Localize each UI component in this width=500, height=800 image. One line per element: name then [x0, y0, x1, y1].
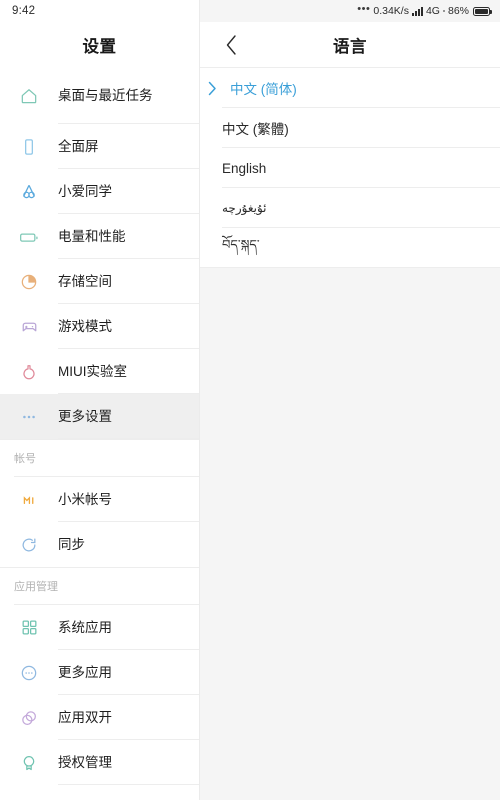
sidebar-item-label: 同步 [58, 536, 85, 552]
sidebar-item-sync[interactable]: 同步 [0, 522, 199, 567]
battery-performance-icon [0, 227, 58, 247]
storage-pie-icon [0, 272, 58, 292]
language-item-traditional-chinese[interactable]: 中文 (繁體) [200, 108, 500, 148]
sidebar-item-battery-performance[interactable]: 电量和性能 [0, 214, 199, 259]
language-item-uyghur[interactable]: ئۇيغۇرچە [200, 188, 500, 228]
status-bar: 9:42 ••• 0.34K/s 4G 86% [0, 0, 500, 22]
sidebar-item-miui-lab[interactable]: MIUI实验室 [0, 349, 199, 394]
mi-logo-icon [0, 490, 58, 510]
back-button[interactable] [208, 22, 254, 68]
sidebar-item-label: 全面屏 [58, 138, 99, 154]
sidebar-item-authorization[interactable]: 授权管理 [0, 740, 199, 785]
more-dots-icon [0, 407, 58, 427]
authorization-shield-icon [0, 753, 58, 773]
sidebar-item-label: 电量和性能 [58, 228, 126, 244]
gamepad-icon [0, 317, 58, 337]
language-item-english[interactable]: English [200, 148, 500, 188]
sidebar-item-desktop-recents[interactable]: 桌面与最近任务 [0, 68, 199, 124]
sidebar-section-header-apps: 应用管理 [0, 567, 199, 605]
language-item-tibetan[interactable]: བོད་སྐད་ [200, 228, 500, 268]
sidebar-section-header-account: 帐号 [0, 439, 199, 477]
language-label: 中文 (繁體) [222, 122, 289, 137]
language-label: བོད་སྐད་ [222, 236, 260, 252]
flask-icon [0, 362, 58, 382]
sidebar-item-more-settings[interactable]: 更多设置 [0, 394, 199, 439]
sidebar-item-more-apps[interactable]: 更多应用 [0, 650, 199, 695]
language-label: ئۇيغۇرچە [222, 201, 267, 215]
network-speed-text: 0.34K/s [373, 5, 409, 17]
sidebar-item-label: 小爱同学 [58, 183, 112, 199]
xiaoai-icon [0, 182, 58, 202]
sidebar-item-label: MIUI实验室 [58, 363, 127, 379]
sidebar-item-label: 系统应用 [58, 619, 112, 635]
sidebar-item-label: 应用双开 [58, 709, 112, 725]
overflow-dots-icon: ••• [357, 3, 371, 15]
sidebar-item-dual-apps[interactable]: 应用双开 [0, 695, 199, 740]
language-header: 语言 [200, 22, 500, 68]
sidebar-item-label: 更多应用 [58, 664, 112, 680]
battery-icon [473, 6, 492, 16]
language-item-simplified-chinese[interactable]: 中文 (简体) [200, 68, 500, 108]
language-panel: 语言 中文 (简体) 中文 (繁體) English ئۇيغۇرچە བོད་… [200, 0, 500, 800]
settings-screen: 9:42 ••• 0.34K/s 4G 86% 设置 桌面与最近任务 全面屏 小… [0, 0, 500, 800]
battery-percent-text: 86% [447, 5, 469, 17]
language-label: English [222, 160, 267, 176]
sidebar-item-mi-account[interactable]: 小米帐号 [0, 477, 199, 522]
language-list: 中文 (简体) 中文 (繁體) English ئۇيغۇرچە བོད་སྐད… [200, 68, 500, 268]
language-label: 中文 (简体) [230, 82, 297, 97]
sidebar-item-label: 更多设置 [58, 408, 112, 424]
sidebar-item-label: 桌面与最近任务 [58, 88, 153, 104]
sidebar-list: 桌面与最近任务 全面屏 小爱同学 电量和性能 存储空间 游戏模式 MIUI实验室… [0, 68, 199, 800]
more-apps-icon [0, 663, 58, 683]
sidebar-item-game-mode[interactable]: 游戏模式 [0, 304, 199, 349]
sidebar-item-label: 授权管理 [58, 754, 112, 770]
sidebar-item-fullscreen[interactable]: 全面屏 [0, 124, 199, 169]
home-icon [0, 86, 58, 106]
fullscreen-phone-icon [0, 137, 58, 157]
sidebar-item-label: 小米帐号 [58, 491, 112, 507]
settings-sidebar: 设置 桌面与最近任务 全面屏 小爱同学 电量和性能 存储空间 游戏模式 MIUI… [0, 0, 200, 800]
language-panel-empty-area [200, 268, 500, 800]
status-clock: 9:42 [12, 5, 36, 17]
dual-apps-icon [0, 708, 58, 728]
separator-dot-icon [442, 10, 445, 12]
chevron-right-icon [208, 81, 224, 96]
sync-icon [0, 535, 58, 555]
sidebar-item-label: 存储空间 [58, 273, 112, 289]
sidebar-item-storage[interactable]: 存储空间 [0, 259, 199, 304]
network-type-text: 4G [425, 5, 440, 17]
grid-apps-icon [0, 618, 58, 637]
sidebar-item-label: 游戏模式 [58, 318, 112, 334]
sidebar-item-xiaoai[interactable]: 小爱同学 [0, 169, 199, 214]
status-indicators: ••• 0.34K/s 4G 86% [357, 3, 492, 17]
settings-title: 设置 [82, 38, 117, 56]
chevron-left-icon [226, 34, 236, 55]
sidebar-item-system-apps[interactable]: 系统应用 [0, 605, 199, 650]
signal-bars-icon [411, 6, 423, 16]
